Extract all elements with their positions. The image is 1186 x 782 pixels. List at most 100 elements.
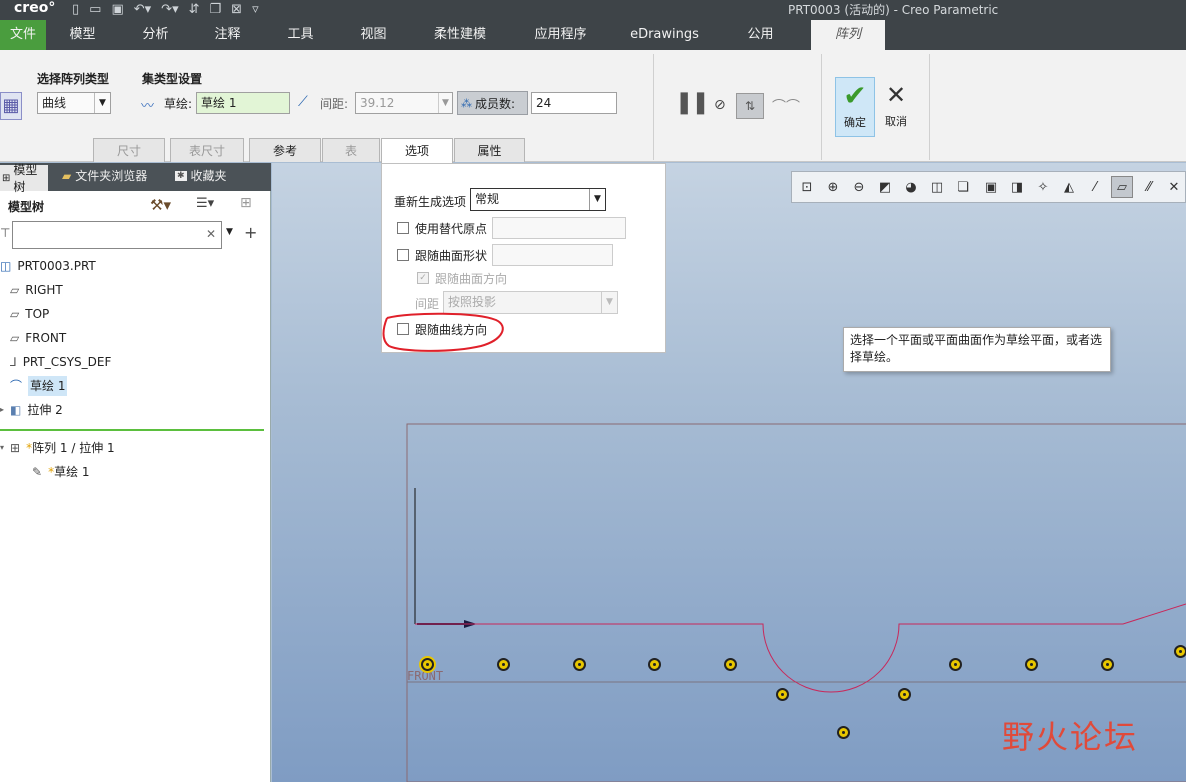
tab-applications[interactable]: 应用程序: [523, 20, 598, 50]
tab-model-tree[interactable]: ⊞ 模型树: [0, 163, 48, 194]
tree-item-sketch-child[interactable]: ✎ * 草绘 1: [32, 462, 90, 482]
tab-tools[interactable]: 工具: [273, 20, 328, 50]
window-title: PRT0003 (活动的) - Creo Parametric: [788, 3, 999, 17]
alt-origin-collector[interactable]: [492, 217, 626, 239]
navigator-tab-bar: ⊞ 模型树 ▰ 文件夹浏览器 ✱ 收藏夹: [0, 163, 271, 194]
add-icon[interactable]: +: [244, 223, 257, 242]
pattern-member-marker[interactable]: [648, 658, 661, 671]
tree-item-top[interactable]: ▱ TOP: [10, 304, 49, 324]
chevron-down-icon[interactable]: ▼: [589, 189, 605, 210]
settings-icon[interactable]: ☰▾: [196, 196, 214, 211]
subtab-table[interactable]: 表: [322, 138, 380, 162]
tree-item-front[interactable]: ▱ FRONT: [10, 328, 66, 348]
follow-surface-shape-checkbox[interactable]: [397, 249, 409, 261]
sketch-collector-field[interactable]: 草绘 1: [196, 92, 290, 114]
follow-surface-dir-label: 跟随曲面方向: [435, 272, 508, 286]
pattern-member-marker[interactable]: [776, 688, 789, 701]
tab-view[interactable]: 视图: [346, 20, 401, 50]
sketch-curve: [415, 603, 1186, 693]
pattern-type-group-label: 选择阵列类型: [37, 72, 110, 86]
chevron-down-icon[interactable]: ▼: [94, 93, 110, 113]
close-icon: ✕: [885, 81, 907, 109]
open-file-icon[interactable]: ▭: [89, 2, 101, 17]
tab-analysis[interactable]: 分析: [128, 20, 183, 50]
verify-pattern-icon[interactable]: ⇅: [736, 93, 764, 119]
close-window-icon[interactable]: ⊠: [231, 2, 242, 17]
tree-item-right[interactable]: ▱ RIGHT: [10, 280, 63, 300]
tab-common[interactable]: 公用: [733, 20, 788, 50]
tools-icon[interactable]: ⚒▾: [150, 196, 171, 214]
clear-icon[interactable]: ✕: [206, 227, 216, 241]
pattern-member-marker[interactable]: [1025, 658, 1038, 671]
pattern-member-marker[interactable]: [949, 658, 962, 671]
pattern-member-marker[interactable]: [1174, 645, 1186, 658]
tab-pattern[interactable]: 阵列: [811, 20, 885, 50]
pattern-member-marker[interactable]: [573, 658, 586, 671]
pause-icon[interactable]: ❚❚: [675, 90, 710, 115]
csys-icon: ⅃: [10, 355, 17, 369]
pattern-member-marker[interactable]: [898, 688, 911, 701]
save-icon[interactable]: ▣: [111, 2, 123, 17]
chevron-down-icon[interactable]: ▼: [226, 227, 233, 237]
tab-edrawings[interactable]: eDrawings: [622, 20, 707, 50]
pattern-member-marker[interactable]: [421, 658, 434, 671]
tree-item-pattern1[interactable]: ▾ ⊞ * 阵列 1 / 拉伸 1: [0, 438, 115, 458]
regenerate-icon[interactable]: ⇵: [189, 2, 200, 17]
pattern-member-marker[interactable]: [724, 658, 737, 671]
tab-file[interactable]: 文件: [0, 20, 46, 50]
subtab-properties[interactable]: 属性: [454, 138, 525, 162]
no-preview-icon[interactable]: ⊘: [714, 97, 726, 113]
surface-collector[interactable]: [492, 244, 613, 266]
follow-surface-dir-checkbox[interactable]: ✓: [417, 272, 429, 284]
spacing-value: 39.12: [360, 96, 395, 110]
cancel-button[interactable]: ✕ 取消: [878, 77, 914, 137]
tree-item-csys[interactable]: ⅃ PRT_CSYS_DEF: [10, 352, 111, 372]
tree-item-extrude2[interactable]: ▸ ◧ 拉伸 2: [0, 400, 63, 420]
tab-model[interactable]: 模型: [55, 20, 110, 50]
title-bar: creo° ▯ ▭ ▣ ↶▾ ↷▾ ⇵ ❐ ⊠ ▿ PRT0003 (活动的) …: [0, 0, 1186, 20]
chevron-right-icon[interactable]: ▸: [0, 400, 4, 420]
chevron-down-icon[interactable]: ▼: [601, 292, 617, 313]
members-input[interactable]: 24: [531, 92, 617, 114]
toolbar-menu-icon[interactable]: ▿: [252, 2, 259, 17]
set-type-group-label: 集类型设置: [142, 72, 203, 86]
ribbon-divider: [929, 54, 930, 160]
pattern-member-marker[interactable]: [497, 658, 510, 671]
tab-flexible-modeling[interactable]: 柔性建模: [425, 20, 495, 50]
pattern-type-select[interactable]: 曲线 ▼: [37, 92, 111, 114]
members-icon: ⁂: [461, 96, 472, 110]
pattern-member-marker[interactable]: [837, 726, 850, 739]
pattern-member-marker[interactable]: [1101, 658, 1114, 671]
ok-button[interactable]: ✔ 确定: [835, 77, 875, 137]
regen-option-select[interactable]: 常规 ▼: [470, 188, 606, 211]
tab-annotate[interactable]: 注释: [200, 20, 255, 50]
pattern-grid-icon[interactable]: ▦: [0, 92, 22, 120]
member-count-toggle[interactable]: ⁂ 成员数:: [457, 91, 528, 115]
options-panel: 重新生成选项 常规 ▼ 使用替代原点 跟随曲面形状 ✓ 跟随曲面方向 间距 按照…: [381, 163, 666, 353]
tree-item-part[interactable]: ◫ PRT0003.PRT: [0, 256, 96, 276]
glasses-preview-icon[interactable]: ⌒⌒: [772, 96, 800, 116]
spacing-input[interactable]: 39.12 ▼: [355, 92, 453, 114]
subtab-options[interactable]: 选项: [381, 138, 453, 163]
tree-item-label: 草绘 1: [28, 376, 68, 396]
search-input[interactable]: ✕: [12, 221, 222, 249]
tree-item-label: PRT0003.PRT: [17, 259, 96, 273]
chevron-down-icon[interactable]: ▼: [438, 93, 452, 113]
tab-folder-browser[interactable]: ▰ 文件夹浏览器: [62, 167, 147, 184]
tab-folder-browser-label: 文件夹浏览器: [75, 169, 148, 183]
subtab-references[interactable]: 参考: [249, 138, 321, 162]
windows-icon[interactable]: ❐: [210, 2, 222, 17]
tree-item-sketch1[interactable]: ⌒ 草绘 1: [10, 376, 68, 396]
chevron-down-icon[interactable]: ▾: [0, 438, 4, 458]
subtab-table-dimensions[interactable]: 表尺寸: [170, 138, 244, 162]
undo-icon[interactable]: ↶▾: [134, 2, 151, 17]
alt-origin-checkbox[interactable]: [397, 222, 409, 234]
filter-icon[interactable]: ⊤: [0, 226, 10, 240]
datum-plane-icon: ▱: [10, 307, 20, 321]
tab-favorites[interactable]: ✱ 收藏夹: [175, 167, 227, 184]
new-file-icon[interactable]: ▯: [72, 2, 79, 17]
tree-filter-icon[interactable]: ⊞: [240, 195, 252, 211]
subtab-dimensions[interactable]: 尺寸: [93, 138, 165, 162]
ribbon-divider: [821, 54, 822, 160]
redo-icon[interactable]: ↷▾: [161, 2, 178, 17]
